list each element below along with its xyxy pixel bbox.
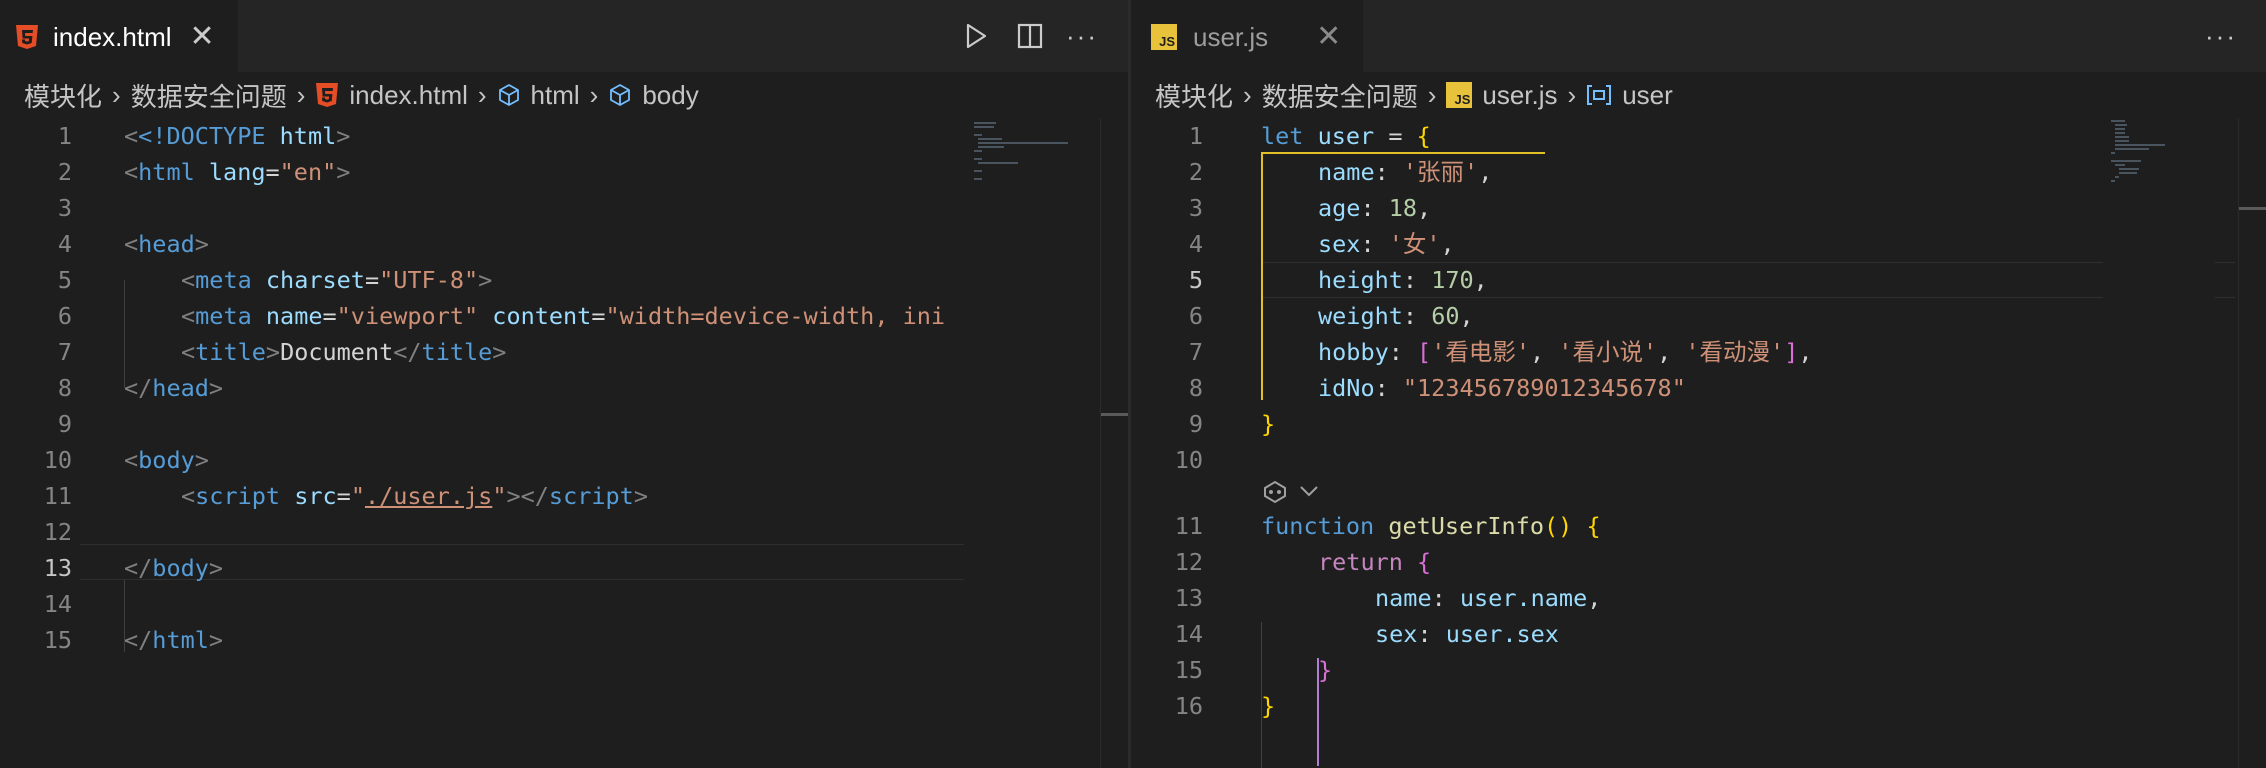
breadcrumb-file-label: user.js [1482,79,1558,110]
breadcrumb-file[interactable]: JS user.js [1446,79,1558,111]
chevron-down-icon[interactable] [1299,484,1319,498]
breadcrumb-folder[interactable]: 模块化 [1155,77,1233,114]
tab-label: user.js [1193,21,1269,52]
tab-bar: JS user.js ✕ ··· [1131,0,2266,72]
breadcrumb-separator: › [1243,79,1252,110]
code-editor[interactable]: 1 let user = { 2 name: '张丽', 3 age: 18, 4 se… [1131,118,2266,768]
minimap[interactable] [2103,118,2215,768]
javascript-file-icon: JS [1151,24,1177,50]
breadcrumb-folder[interactable]: 模块化 [24,77,102,114]
breadcrumb-file-label: index.html [349,79,468,110]
play-icon[interactable] [958,18,994,54]
copilot-icon [1264,480,1286,504]
code-editor[interactable]: 1 <<!DOCTYPE html> 2 <html lang="en"> 3 4 <… [0,118,1128,768]
editor-group-left: index.html ✕ ··· 模块化 › 数据安全问题 › index.ht… [0,0,1128,768]
breadcrumb-symbol-label: user [1622,79,1673,110]
breadcrumb-symbol-body[interactable]: body [608,79,699,111]
breadcrumb-separator: › [589,79,599,110]
minimap[interactable] [966,118,1078,768]
breadcrumb-separator: › [112,79,121,110]
tab-index-html[interactable]: index.html ✕ [0,0,238,72]
breadcrumb: 模块化 › 数据安全问题 › JS user.js › user [1131,72,2266,118]
split-editor-icon[interactable] [1012,18,1048,54]
vertical-scrollbar[interactable] [2238,118,2266,768]
breadcrumb-separator: › [1567,79,1577,110]
cube-icon [498,84,519,106]
breadcrumb-file[interactable]: index.html [315,80,468,111]
breadcrumb-symbol-html[interactable]: html [497,80,580,111]
variable-icon [1587,85,1612,105]
html5-icon [315,82,339,108]
vertical-scrollbar[interactable] [1100,118,1128,768]
tab-bar: index.html ✕ ··· [0,0,1128,72]
javascript-file-icon: JS [1446,82,1473,108]
tab-user-js[interactable]: JS user.js ✕ [1131,0,1363,72]
breadcrumb: 模块化 › 数据安全问题 › index.html › html › body [0,72,1128,118]
script-src-link[interactable]: ./user.js [365,482,492,510]
close-icon[interactable]: ✕ [1316,22,1341,52]
tab-label: index.html [53,21,172,52]
breadcrumb-separator: › [1427,79,1437,110]
bracket-pair-guide [1261,154,1263,400]
ellipsis-icon[interactable]: ··· [2203,18,2239,54]
ellipsis-icon[interactable]: ··· [1064,18,1100,54]
html5-icon [15,24,39,50]
cube-icon [610,84,631,106]
breadcrumb-folder[interactable]: 数据安全问题 [1262,77,1418,114]
editor-group-right: JS user.js ✕ ··· 模块化 › 数据安全问题 › JS user.… [1131,0,2266,768]
code-lens[interactable] [1261,476,1319,506]
breadcrumb-symbol-label: body [642,79,699,110]
breadcrumb-separator: › [296,79,306,110]
breadcrumb-symbol-user[interactable]: user [1586,80,1673,111]
close-icon[interactable]: ✕ [190,22,215,52]
breadcrumb-separator: › [477,79,487,110]
breadcrumb-folder[interactable]: 数据安全问题 [131,77,287,114]
breadcrumb-symbol-label: html [530,79,580,110]
